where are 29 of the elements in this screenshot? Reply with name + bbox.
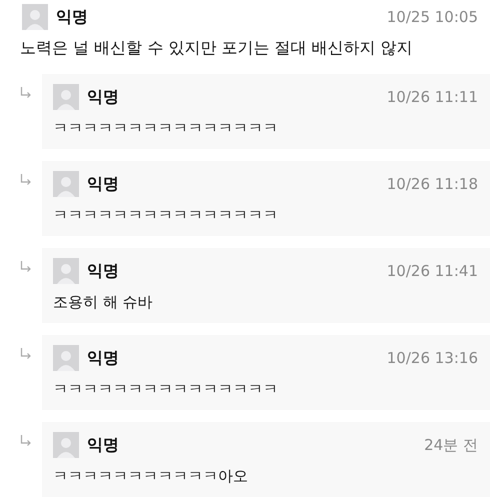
reply-arrow-icon [20,435,32,447]
reply-arrow-icon [20,174,32,186]
timestamp: 24분 전 [424,434,478,456]
comment-text: 조용히 해 슈바 [53,292,154,313]
timestamp: 10/26 11:11 [386,86,478,108]
author-name: 익명 [87,86,119,108]
author-name: 익명 [87,260,119,282]
timestamp: 10/25 10:05 [386,6,478,28]
reply-arrow-icon [20,87,32,99]
avatar-icon [53,345,79,371]
comment-text: ㅋㅋㅋㅋㅋㅋㅋㅋㅋㅋㅋㅋㅋㅋㅋ [53,379,279,400]
author-name: 익명 [87,173,119,195]
reply-arrow-icon [20,348,32,360]
avatar-icon [53,171,79,197]
author-name: 익명 [87,347,119,369]
comment-text: 노력은 널 배신할 수 있지만 포기는 절대 배신하지 않지 [20,37,414,59]
timestamp: 10/26 11:18 [386,174,478,195]
avatar-icon [22,4,48,30]
reply-arrow-icon [20,261,32,273]
comment-text: ㅋㅋㅋㅋㅋㅋㅋㅋㅋㅋㅋ아오 [53,466,249,487]
author-name: 익명 [56,6,88,28]
avatar-icon [53,84,79,110]
avatar-icon [53,258,79,284]
avatar-icon [53,432,79,458]
comment-text: ㅋㅋㅋㅋㅋㅋㅋㅋㅋㅋㅋㅋㅋㅋㅋ [53,118,279,139]
author-name: 익명 [87,434,119,456]
comment-text: ㅋㅋㅋㅋㅋㅋㅋㅋㅋㅋㅋㅋㅋㅋㅋ [53,205,279,226]
timestamp: 10/26 11:41 [386,260,478,282]
timestamp: 10/26 13:16 [386,348,478,369]
